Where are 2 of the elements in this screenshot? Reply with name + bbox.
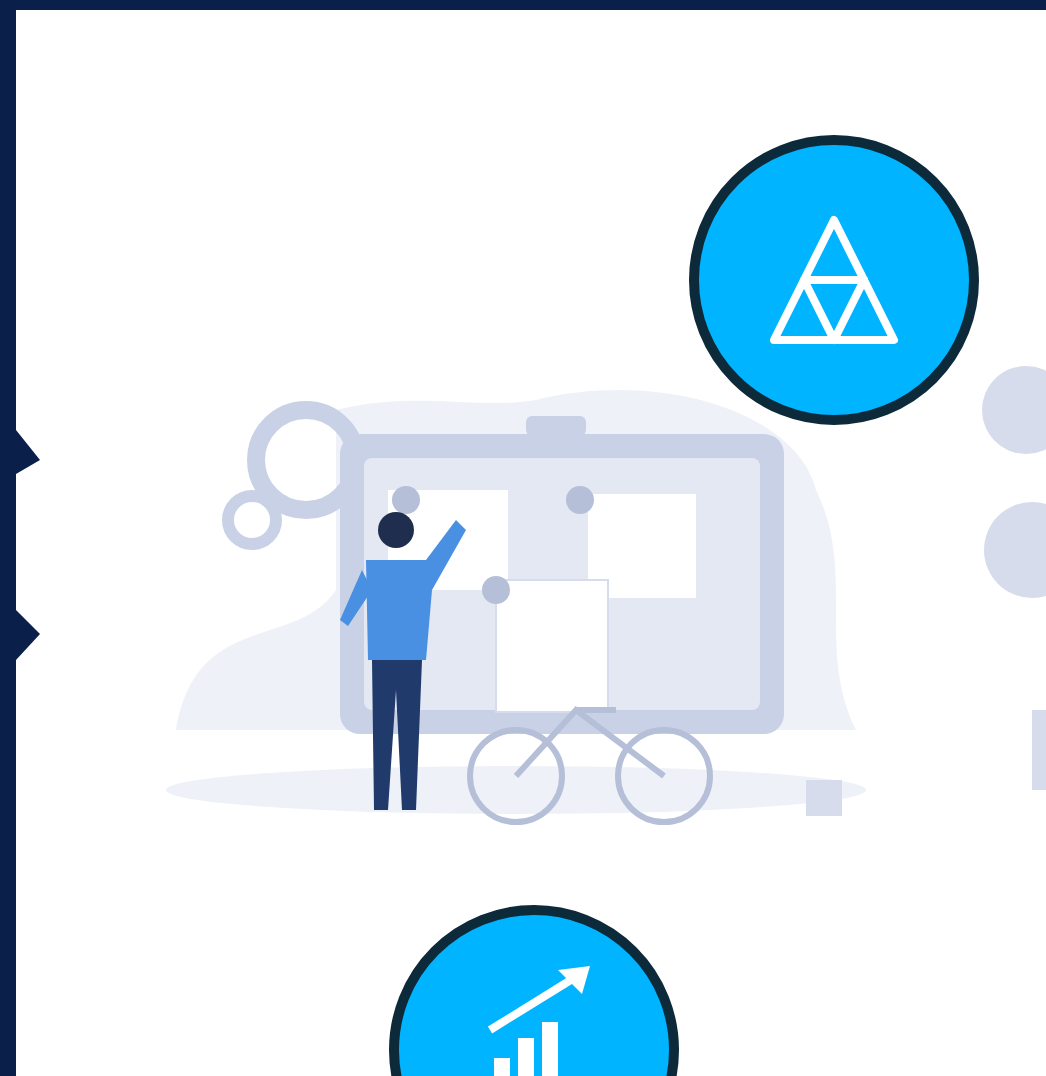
triangle-icon [770, 216, 898, 344]
rising-chart-icon [487, 966, 590, 1076]
